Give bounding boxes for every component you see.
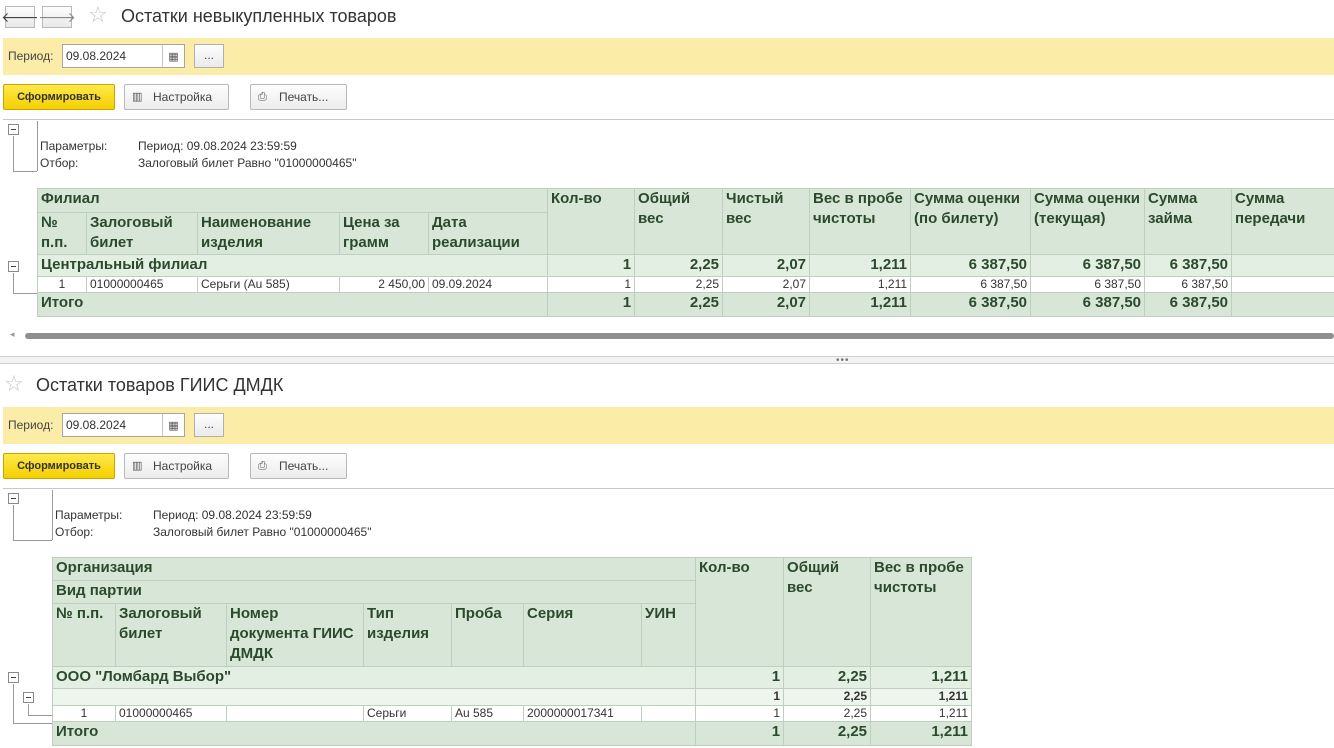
table-row[interactable]: 1 01000000465 Серьги (Au 585) 2 450,00 0…: [37, 276, 1334, 293]
filter-label: Отбор:: [40, 156, 79, 170]
header-num: № п.п.: [37, 212, 87, 255]
calendar-icon[interactable]: ▦: [162, 414, 184, 436]
header-loan: Сумма займа: [1144, 188, 1233, 255]
header-branch: Филиал: [36, 188, 549, 213]
printer-icon: ⎙: [258, 90, 267, 103]
arrow-left-icon: 🡐: [1, 9, 39, 26]
total-row: Итого 1 2,25 1,211: [51, 721, 973, 746]
settings-icon: ▥: [132, 90, 143, 103]
splitter-grip-icon[interactable]: •••: [836, 355, 850, 366]
subgroup-row[interactable]: 1 2,25 1,211: [51, 688, 973, 706]
calendar-icon[interactable]: ▦: [162, 45, 184, 67]
header-eval-ticket: Сумма оценки (по билету): [910, 188, 1032, 255]
period-bar: Период: 09.08.2024 ▦ ...: [3, 38, 1334, 75]
scroll-left-icon[interactable]: ◂: [10, 330, 15, 340]
table-row[interactable]: 1 01000000465 Серьги Au 585 200000001734…: [52, 705, 973, 722]
header-type: Тип изделия: [363, 603, 452, 667]
report-table: Филиал Кол-во Общий вес Чистый вес Вес в…: [36, 188, 1334, 317]
generate-button[interactable]: Сформировать: [3, 453, 115, 479]
settings-button[interactable]: ▥ Настройка: [124, 84, 229, 110]
total-row: Итого 1 2,25 2,07 1,211 6 387,50 6 387,5…: [36, 292, 1334, 317]
header-doc: Номер документа ГИИС ДМДК: [226, 603, 364, 667]
period-label: Период:: [8, 49, 54, 63]
period-date-field[interactable]: 09.08.2024 ▦: [62, 44, 185, 68]
collapse-group-icon[interactable]: [8, 261, 19, 272]
filter-value: Залоговый билет Равно "01000000465": [138, 156, 357, 170]
header-qty: Кол-во: [547, 188, 636, 255]
header-batch: Вид партии: [51, 580, 697, 604]
report-table: Организация Кол-во Общий вес Вес в пробе…: [51, 557, 973, 746]
collapse-params-icon[interactable]: [8, 124, 19, 135]
header-org: Организация: [51, 557, 697, 581]
horizontal-scrollbar[interactable]: [25, 333, 1334, 339]
period-select-button[interactable]: ...: [194, 44, 224, 68]
header-eval-current: Сумма оценки (текущая): [1030, 188, 1146, 255]
filter-label: Отбор:: [55, 525, 94, 539]
period-label: Период:: [8, 418, 54, 432]
params-value: Период: 09.08.2024 23:59:59: [138, 139, 297, 153]
arrow-right-icon: 🡒: [38, 9, 76, 26]
printer-icon: ⎙: [258, 459, 267, 472]
period-bar: Период: 09.08.2024 ▦ ...: [3, 407, 1334, 444]
print-button[interactable]: ⎙ Печать...: [250, 84, 347, 110]
header-ticket: Залоговый билет: [115, 603, 227, 667]
forward-button[interactable]: 🡒: [38, 6, 76, 28]
print-button[interactable]: ⎙ Печать...: [250, 453, 347, 479]
report2-title: Остатки товаров ГИИС ДМДК: [36, 375, 284, 395]
collapse-params-icon[interactable]: [8, 493, 19, 504]
header-num: № п.п.: [52, 603, 116, 667]
settings-icon: ▥: [132, 459, 143, 472]
period-date-field[interactable]: 09.08.2024 ▦: [62, 413, 185, 437]
header-fine: Вес в пробе чистоты: [870, 557, 973, 667]
page-title: Остатки невыкупленных товаров: [121, 6, 397, 26]
params-value: Период: 09.08.2024 23:59:59: [153, 508, 312, 522]
header-uin: УИН: [640, 603, 697, 667]
favorite-star-icon[interactable]: ☆: [4, 374, 24, 396]
group-row[interactable]: Центральный филиал 1 2,25 2,07 1,211 6 3…: [36, 254, 1334, 277]
header-series: Серия: [523, 603, 642, 667]
header-qty: Кол-во: [695, 557, 785, 667]
back-button[interactable]: 🡐: [1, 6, 39, 28]
header-ticket: Залоговый билет: [86, 212, 198, 255]
collapse-subgroup-icon[interactable]: [23, 692, 34, 703]
header-fine: Вес в пробе чистоты: [809, 188, 912, 255]
header-name: Наименование изделия: [197, 212, 340, 255]
filter-value: Залоговый билет Равно "01000000465": [153, 525, 372, 539]
header-gross: Общий вес: [634, 188, 724, 255]
params-label: Параметры:: [40, 139, 108, 153]
period-select-button[interactable]: ...: [194, 413, 224, 437]
header-gross: Общий вес: [783, 557, 872, 667]
generate-button[interactable]: Сформировать: [3, 84, 115, 110]
header-probe: Проба: [451, 603, 524, 667]
panel-splitter[interactable]: •••: [0, 355, 1334, 366]
group-row[interactable]: ООО "Ломбард Выбор" 1 2,25 1,211: [51, 666, 973, 689]
header-date: Дата реализации: [427, 212, 549, 255]
params-label: Параметры:: [55, 508, 123, 522]
header-price: Цена за грамм: [339, 212, 429, 255]
settings-button[interactable]: ▥ Настройка: [124, 453, 229, 479]
collapse-group-icon[interactable]: [8, 672, 19, 683]
header-transfer: Сумма передачи: [1231, 188, 1334, 255]
favorite-star-icon[interactable]: ☆: [88, 5, 108, 27]
header-net: Чистый вес: [722, 188, 811, 255]
